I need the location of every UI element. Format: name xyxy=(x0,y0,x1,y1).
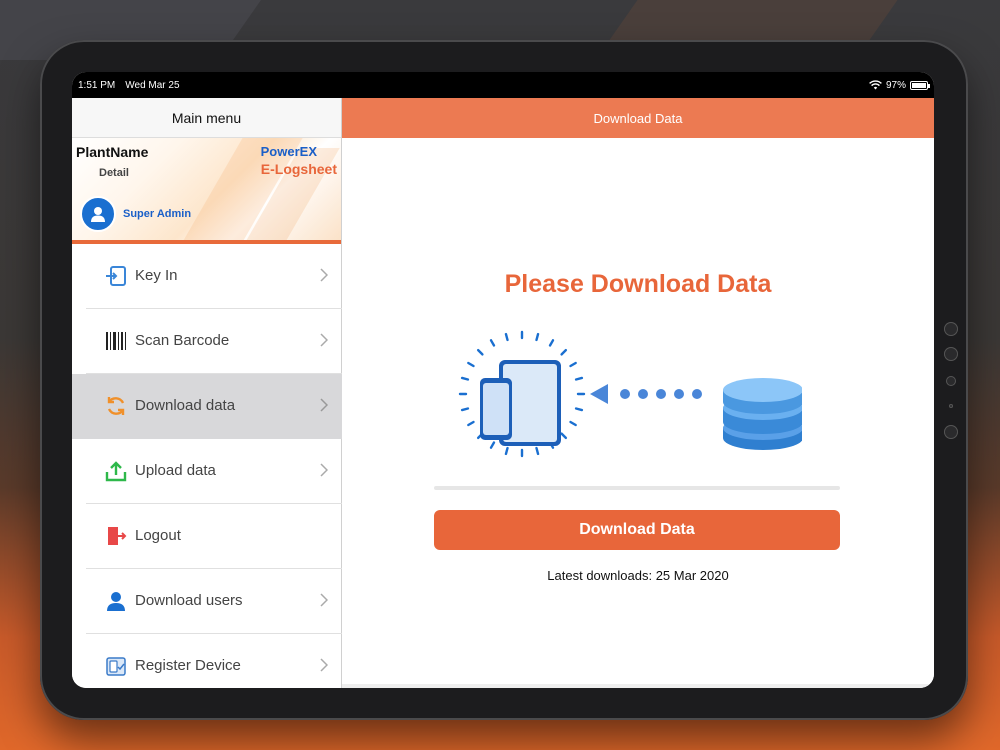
spinner-tick xyxy=(569,361,577,368)
download-heading: Please Download Data xyxy=(504,270,772,298)
spinner-tick xyxy=(460,407,470,412)
menu-item-register-device[interactable]: Register Device xyxy=(72,634,342,688)
user-name: Super Admin xyxy=(123,208,192,220)
dot xyxy=(692,389,702,399)
app-screen: 1:51 PM Wed Mar 25 97% Main menu PlantNa… xyxy=(72,72,934,688)
download-illustration xyxy=(458,330,802,458)
upload-icon xyxy=(104,459,128,483)
menu-item-label: Download data xyxy=(135,397,236,414)
sensor-dot xyxy=(949,404,953,408)
chevron-right-icon xyxy=(320,593,328,607)
menu-item-label: Register Device xyxy=(135,657,241,674)
user-icon xyxy=(104,589,128,613)
database-icon xyxy=(723,378,802,450)
sidebar-title: Main menu xyxy=(72,98,341,138)
status-date: Wed Mar 25 xyxy=(125,79,180,91)
spinner-tick xyxy=(467,361,475,368)
spinner-tick xyxy=(489,441,496,449)
spinner-tick xyxy=(504,446,509,456)
menu-item-label: Scan Barcode xyxy=(135,332,230,349)
menu-item-download-data[interactable]: Download data xyxy=(72,374,342,439)
sync-icon xyxy=(104,394,128,418)
main-header-title: Download Data xyxy=(342,98,934,138)
status-bar: 1:51 PM Wed Mar 25 97% xyxy=(72,72,934,98)
user-avatar-icon xyxy=(91,207,105,222)
battery-icon xyxy=(910,80,930,90)
menu-item-scan-barcode[interactable]: Scan Barcode xyxy=(72,309,342,374)
avatar xyxy=(80,196,116,232)
main-panel: Download Data Please Download Data Downl… xyxy=(342,98,934,688)
menu-item-label: Upload data xyxy=(135,462,216,479)
spinner-tick xyxy=(504,332,509,342)
plant-detail: Detail xyxy=(99,167,129,179)
wifi-icon xyxy=(869,80,882,90)
logout-icon xyxy=(104,524,128,548)
arrow-left-icon xyxy=(590,384,608,404)
camera-lens xyxy=(946,376,956,386)
phone-screen xyxy=(483,383,509,435)
download-data-button[interactable]: Download Data xyxy=(434,510,840,550)
brand-logo-product: E-Logsheet xyxy=(260,161,337,177)
sidebar: Main menu PlantName Detail PowerEX E-Log… xyxy=(72,98,342,688)
menu-item-label: Download users xyxy=(135,592,243,609)
spinner-tick xyxy=(560,432,568,440)
spinner-tick xyxy=(548,339,555,347)
spinner-tick xyxy=(574,376,584,381)
menu-item-upload-data[interactable]: Upload data xyxy=(72,439,342,504)
spinner-tick xyxy=(574,407,584,412)
menu-item-logout[interactable]: Logout xyxy=(72,504,342,569)
dot xyxy=(638,389,648,399)
spinner-tick xyxy=(489,339,496,347)
spinner-tick xyxy=(569,420,577,427)
device-button xyxy=(944,425,958,439)
plant-name: PlantName xyxy=(76,144,149,160)
device-button xyxy=(944,347,958,361)
menu-item-download-users[interactable]: Download users xyxy=(72,569,342,634)
chevron-right-icon xyxy=(320,333,328,347)
download-progress-bar xyxy=(434,486,840,490)
menu-item-key-in[interactable]: Key In xyxy=(72,244,342,309)
spinner-tick xyxy=(535,446,540,456)
battery-percent: 97% xyxy=(885,79,906,91)
dot xyxy=(674,389,684,399)
barcode-icon xyxy=(104,329,128,353)
spinner-tick xyxy=(535,332,540,342)
chevron-right-icon xyxy=(320,658,328,672)
chevron-right-icon xyxy=(320,398,328,412)
spinner-tick xyxy=(467,420,475,427)
menu-item-label: Key In xyxy=(135,267,178,284)
device-button xyxy=(944,322,958,336)
menu-item-label: Logout xyxy=(135,527,181,544)
dot xyxy=(656,389,666,399)
spinner-tick xyxy=(560,348,568,356)
profile-card: PlantName Detail PowerEX E-Logsheet Supe… xyxy=(72,138,341,244)
spinner-tick xyxy=(476,348,484,356)
register-device-icon xyxy=(104,654,128,678)
brand-logo-name: PowerEX xyxy=(260,144,317,159)
chevron-right-icon xyxy=(320,463,328,477)
key-in-icon xyxy=(104,264,128,288)
dot xyxy=(620,389,630,399)
chevron-right-icon xyxy=(320,268,328,282)
spinner-tick xyxy=(460,376,470,381)
home-indicator xyxy=(342,684,934,688)
status-time: 1:51 PM xyxy=(78,79,116,91)
latest-downloads-text: Latest downloads: 25 Mar 2020 xyxy=(547,568,729,583)
